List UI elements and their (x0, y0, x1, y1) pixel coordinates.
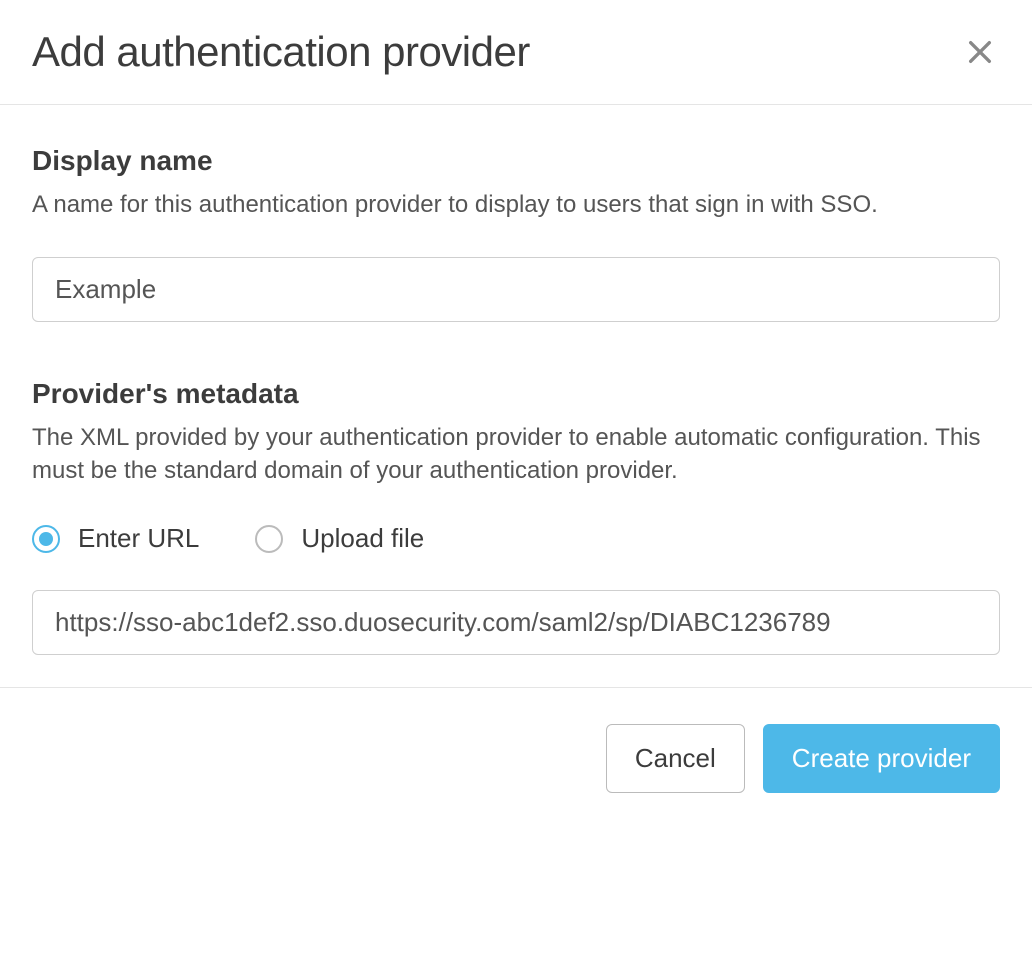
display-name-desc: A name for this authentication provider … (32, 189, 1000, 221)
metadata-desc: The XML provided by your authentication … (32, 422, 1000, 487)
close-icon (964, 36, 996, 68)
metadata-section: Provider's metadata The XML provided by … (32, 378, 1000, 655)
radio-upload-file[interactable]: Upload file (255, 523, 424, 554)
metadata-url-input[interactable] (32, 590, 1000, 655)
cancel-button[interactable]: Cancel (606, 724, 745, 793)
radio-icon-selected (32, 525, 60, 553)
modal-title: Add authentication provider (32, 28, 530, 76)
radio-icon-unselected (255, 525, 283, 553)
radio-enter-url[interactable]: Enter URL (32, 523, 199, 554)
display-name-input[interactable] (32, 257, 1000, 322)
display-name-title: Display name (32, 145, 1000, 177)
radio-enter-url-label: Enter URL (78, 523, 199, 554)
close-button[interactable] (960, 32, 1000, 72)
modal-body: Display name A name for this authenticat… (0, 105, 1032, 687)
radio-dot-icon (39, 532, 53, 546)
radio-upload-file-label: Upload file (301, 523, 424, 554)
create-provider-button[interactable]: Create provider (763, 724, 1000, 793)
display-name-section: Display name A name for this authenticat… (32, 145, 1000, 322)
modal-header: Add authentication provider (0, 0, 1032, 105)
metadata-title: Provider's metadata (32, 378, 1000, 410)
metadata-radio-group: Enter URL Upload file (32, 523, 1000, 554)
modal-footer: Cancel Create provider (0, 687, 1032, 829)
